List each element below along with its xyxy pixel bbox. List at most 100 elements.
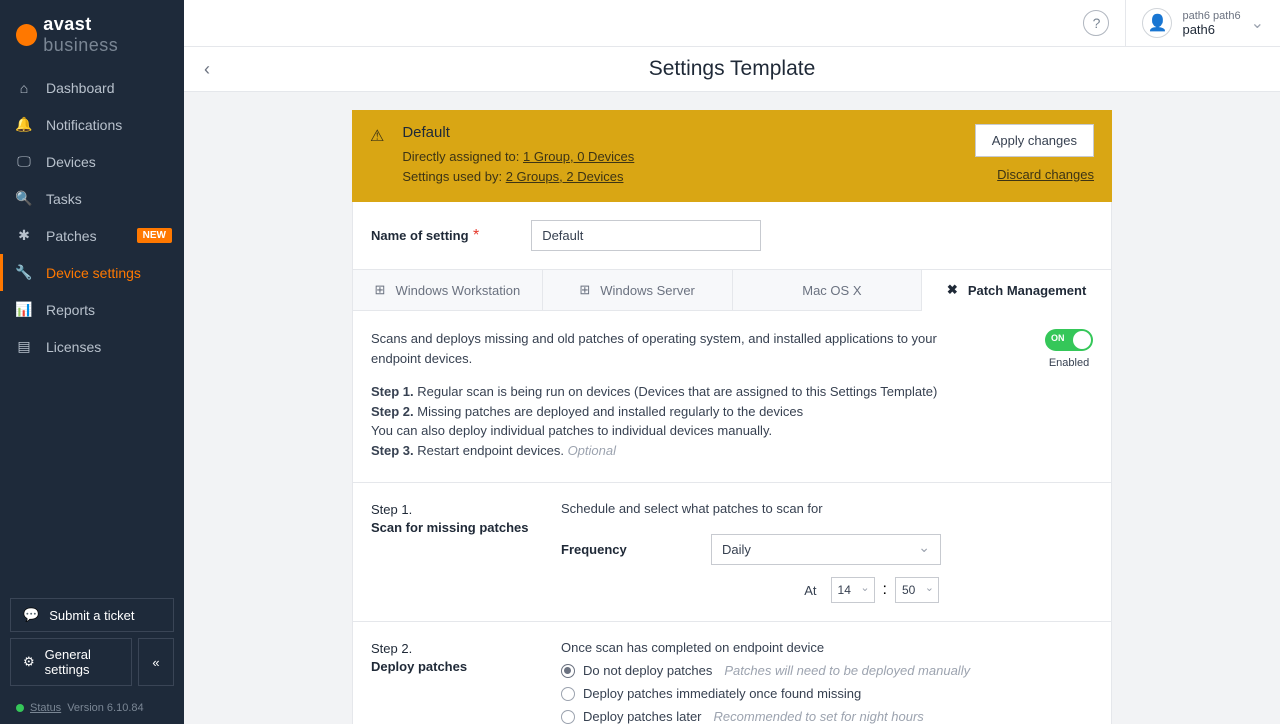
submit-ticket-label: Submit a ticket — [49, 608, 134, 623]
puzzle-icon: ✱ — [16, 227, 32, 244]
scan-frequency-select[interactable]: Daily — [711, 534, 941, 565]
sidebar-item-label: Licenses — [46, 339, 101, 355]
warning-triangle-icon: ⚠ — [370, 128, 384, 145]
tab-label: Mac OS X — [802, 283, 861, 298]
tab-label: Patch Management — [968, 283, 1086, 298]
required-asterisk: * — [469, 227, 480, 244]
brand-suffix: business — [43, 35, 118, 55]
sidebar-item-reports[interactable]: 📊 Reports — [0, 291, 184, 328]
usedby-prefix: Settings used by: — [402, 169, 505, 184]
step2-title: Step 2. — [371, 641, 412, 656]
user-icon: 👤 — [1148, 13, 1168, 33]
radio-deploy-later[interactable]: Deploy patches laterRecommended to set f… — [561, 709, 1093, 724]
sidebar-item-dashboard[interactable]: ⌂Dashboard — [0, 70, 184, 106]
radio-input[interactable] — [561, 710, 575, 724]
banner-title: Default — [402, 124, 956, 141]
new-badge: NEW — [137, 228, 172, 243]
sidebar-item-label: Patches — [46, 228, 97, 244]
unsaved-changes-banner: ⚠ Default Directly assigned to: 1 Group,… — [352, 110, 1112, 202]
sidebar: avast business ⌂Dashboard 🔔Notifications… — [0, 0, 184, 724]
general-settings-button[interactable]: ⚙General settings — [10, 638, 132, 686]
step2-name: Deploy patches — [371, 659, 467, 674]
avast-logo-icon — [16, 24, 37, 46]
version-label: Version 6.10.84 — [67, 702, 143, 714]
sidebar-item-devices[interactable]: 🖵 Devices — [0, 143, 184, 180]
step1-subtitle: Schedule and select what patches to scan… — [561, 501, 1093, 516]
at-label: At — [804, 583, 816, 598]
apply-changes-button[interactable]: Apply changes — [975, 124, 1094, 157]
step2-text: Missing patches are deployed and install… — [417, 404, 803, 419]
scan-hour-select[interactable]: 14 — [831, 577, 875, 603]
step1-name: Scan for missing patches — [371, 520, 529, 535]
name-field-label: Name of setting — [371, 228, 469, 243]
tab-windows-server[interactable]: ⊞ Windows Server — [543, 270, 733, 311]
optional-label: Optional — [568, 443, 616, 458]
name-of-setting-input[interactable] — [531, 220, 761, 251]
wrench-icon: 🔧 — [16, 264, 32, 281]
search-icon: 🔍 — [16, 190, 32, 207]
panel-description: Scans and deploys missing and old patche… — [371, 329, 971, 368]
radio-input[interactable] — [561, 664, 575, 678]
sidebar-item-label: Device settings — [46, 265, 141, 281]
frequency-label: Frequency — [561, 542, 681, 557]
radio-label: Do not deploy patches — [583, 663, 712, 678]
sidebar-item-tasks[interactable]: 🔍 Tasks — [0, 180, 184, 217]
tab-patch-management[interactable]: ✖ Patch Management — [922, 270, 1111, 311]
gear-icon: ⚙ — [23, 654, 35, 670]
sidebar-nav: ⌂Dashboard 🔔 Notifications 🖵 Devices 🔍 Task… — [0, 70, 184, 588]
radio-label: Deploy patches later — [583, 709, 702, 724]
name-of-setting-row: Name of setting * — [353, 202, 1111, 269]
page-header: ‹ Settings Template — [184, 47, 1280, 92]
avatar: 👤 — [1142, 8, 1172, 38]
page-title: Settings Template — [184, 57, 1280, 81]
toggle-on-label: ON — [1051, 333, 1065, 343]
user-upper-label: path6 path6 — [1182, 10, 1240, 22]
sidebar-item-patches[interactable]: ✱ Patches NEW — [0, 217, 184, 254]
chat-icon: 💬 — [23, 607, 39, 623]
patch-management-toggle[interactable]: ON — [1045, 329, 1093, 351]
radio-do-not-deploy[interactable]: Do not deploy patches Patches will need t… — [561, 663, 1093, 678]
sidebar-footer: 💬 Submit a ticket ⚙General settings « — [0, 588, 184, 696]
radio-label: Deploy patches immediately once found mi… — [583, 686, 861, 701]
user-lower-label: path6 — [1182, 22, 1240, 37]
step1-bold: Step 1. — [371, 384, 417, 399]
sidebar-item-label: Notifications — [46, 117, 122, 133]
radio-deploy-immediately[interactable]: Deploy patches immediately once found mi… — [561, 686, 1093, 701]
collapse-sidebar-button[interactable]: « — [138, 638, 174, 686]
discard-changes-link[interactable]: Discard changes — [997, 167, 1094, 182]
help-button[interactable]: ? — [1083, 10, 1109, 36]
sidebar-item-label: Devices — [46, 154, 96, 170]
platform-tabs: ⊞Windows Workstation ⊞ Windows Server Mac… — [353, 269, 1111, 311]
scan-minute-select[interactable]: 50 — [895, 577, 939, 603]
sidebar-item-device-settings[interactable]: 🔧 Device settings — [0, 254, 184, 291]
tab-windows-workstation[interactable]: ⊞Windows Workstation — [353, 270, 543, 311]
monitor-icon: 🖵 — [16, 153, 32, 170]
chart-icon: 📊 — [16, 301, 32, 318]
status-link[interactable]: Status — [30, 702, 61, 714]
patch-icon: ✖ — [947, 282, 958, 298]
tab-label: Windows Workstation — [395, 283, 520, 298]
radio-hint: Patches will need to be deployed manuall… — [724, 663, 970, 678]
toggle-enabled-label: Enabled — [1045, 357, 1093, 369]
question-icon: ? — [1093, 15, 1101, 31]
assigned-prefix: Directly assigned to: — [402, 149, 523, 164]
sidebar-item-licenses[interactable]: ▤ Licenses — [0, 328, 184, 365]
assigned-link[interactable]: 1 Group, 0 Devices — [523, 149, 634, 164]
sidebar-item-label: Tasks — [46, 191, 82, 207]
step1-title: Step 1. — [371, 502, 412, 517]
bell-icon: 🔔 — [16, 116, 32, 133]
topbar: ? 👤 path6 path6 path6 ⌄ — [184, 0, 1280, 47]
user-menu[interactable]: 👤 path6 path6 path6 ⌄ — [1125, 0, 1264, 47]
tab-label: Windows Server — [600, 283, 695, 298]
usedby-link[interactable]: 2 Groups, 2 Devices — [506, 169, 624, 184]
back-button[interactable]: ‹ — [204, 59, 210, 80]
submit-ticket-button[interactable]: 💬 Submit a ticket — [10, 598, 174, 632]
tab-mac-osx[interactable]: Mac OS X — [733, 270, 923, 311]
windows-icon: ⊞ — [579, 282, 590, 298]
radio-input[interactable] — [561, 687, 575, 701]
sidebar-item-label: Reports — [46, 302, 95, 318]
chevron-down-icon: ⌄ — [1251, 13, 1264, 33]
list-icon: ▤ — [16, 338, 32, 355]
step3-text: Restart endpoint devices. — [417, 443, 567, 458]
sidebar-item-notifications[interactable]: 🔔 Notifications — [0, 106, 184, 143]
